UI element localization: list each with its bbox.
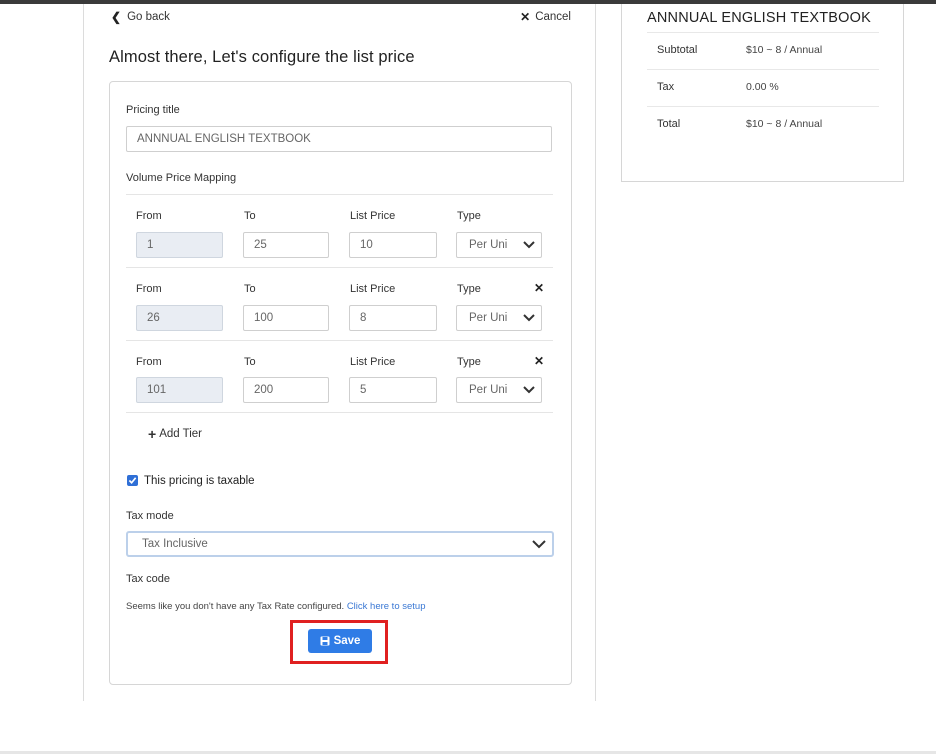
check-icon: [128, 477, 137, 484]
tax-mode-label: Tax mode: [126, 510, 174, 522]
divider: [126, 412, 553, 413]
summary-row-total: Total $10 ~ 8 / Annual: [647, 106, 879, 143]
tier-list-price-label: List Price: [350, 283, 396, 295]
chevron-down-icon: [523, 386, 535, 394]
save-icon: [320, 636, 330, 646]
chevron-down-icon: [523, 314, 535, 322]
tier-to-label: To: [244, 356, 256, 368]
remove-tier-icon[interactable]: ✕: [534, 281, 544, 295]
pricing-title-input[interactable]: ANNNUAL ENGLISH TEXTBOOK: [126, 126, 552, 152]
divider: [126, 194, 553, 195]
tier-type-label: Type: [457, 356, 481, 368]
summary-label: Tax: [657, 81, 675, 93]
chevron-down-icon: [532, 540, 546, 549]
tax-rate-info: Seems like you don't have any Tax Rate c…: [126, 601, 426, 612]
go-back-label: Go back: [127, 11, 170, 23]
summary-title: ANNNUAL ENGLISH TEXTBOOK: [647, 10, 871, 26]
chevron-down-icon: [523, 241, 535, 249]
summary-value: 0.00 %: [746, 81, 779, 93]
tier-from-input: 101: [136, 377, 223, 403]
divider: [126, 340, 553, 341]
tier-to-input[interactable]: 100: [243, 305, 329, 331]
pricing-form-card: Pricing title ANNNUAL ENGLISH TEXTBOOK V…: [109, 81, 572, 685]
tier-type-select[interactable]: Per Uni: [456, 377, 542, 403]
add-tier-label: Add Tier: [159, 428, 203, 440]
summary-value: $10 ~ 8 / Annual: [746, 118, 823, 130]
tier-type-select[interactable]: Per Uni: [456, 305, 542, 331]
close-icon: ✕: [520, 10, 531, 24]
divider: [126, 267, 553, 268]
cancel-button[interactable]: ✕ Cancel: [520, 10, 571, 24]
taxable-label: This pricing is taxable: [144, 475, 255, 487]
tier-type-label: Type: [457, 210, 481, 222]
tier-to-input[interactable]: 200: [243, 377, 329, 403]
tier-type-label: Type: [457, 283, 481, 295]
tier-from-label: From: [136, 283, 162, 295]
add-tier-button[interactable]: + Add Tier: [148, 426, 202, 442]
save-label: Save: [333, 635, 361, 647]
tier-to-label: To: [244, 283, 256, 295]
summary-label: Total: [657, 118, 681, 130]
configure-panel: ❮ Go back ✕ Cancel Almost there, Let's c…: [83, 4, 596, 701]
page-title: Almost there, Let's configure the list p…: [109, 48, 415, 66]
tier-type-value: Per Uni: [469, 384, 508, 396]
cancel-label: Cancel: [535, 11, 571, 23]
summary-row-tax: Tax 0.00 %: [647, 69, 879, 106]
save-button[interactable]: Save: [308, 629, 372, 653]
tier-list-price-label: List Price: [350, 210, 396, 222]
chevron-left-icon: ❮: [111, 10, 122, 24]
tax-setup-link[interactable]: Click here to setup: [347, 601, 426, 612]
tier-price-input[interactable]: 5: [349, 377, 437, 403]
remove-tier-icon[interactable]: ✕: [534, 354, 544, 368]
tier-type-value: Per Uni: [469, 239, 508, 251]
volume-price-mapping-label: Volume Price Mapping: [126, 172, 237, 184]
taxable-checkbox[interactable]: [127, 475, 138, 486]
tax-mode-select[interactable]: Tax Inclusive: [126, 531, 554, 557]
tier-to-label: To: [244, 210, 256, 222]
tier-from-label: From: [136, 210, 162, 222]
pricing-title-label: Pricing title: [126, 104, 180, 116]
summary-label: Subtotal: [657, 44, 698, 56]
tier-list-price-label: List Price: [350, 356, 396, 368]
tax-rate-info-text: Seems like you don't have any Tax Rate c…: [126, 601, 345, 612]
go-back-button[interactable]: ❮ Go back: [111, 10, 170, 24]
tax-mode-value: Tax Inclusive: [142, 538, 208, 550]
summary-value: $10 ~ 8 / Annual: [746, 44, 823, 56]
tier-from-input: 1: [136, 232, 223, 258]
tier-type-select[interactable]: Per Uni: [456, 232, 542, 258]
summary-row-subtotal: Subtotal $10 ~ 8 / Annual: [647, 32, 879, 69]
order-summary: ANNNUAL ENGLISH TEXTBOOK Subtotal $10 ~ …: [621, 4, 904, 182]
save-highlight: Save: [290, 620, 388, 664]
tier-from-label: From: [136, 356, 162, 368]
tier-price-input[interactable]: 10: [349, 232, 437, 258]
tier-from-input: 26: [136, 305, 223, 331]
tax-code-label: Tax code: [126, 573, 171, 585]
tier-price-input[interactable]: 8: [349, 305, 437, 331]
tier-to-input[interactable]: 25: [243, 232, 329, 258]
tier-type-value: Per Uni: [469, 312, 508, 324]
plus-icon: +: [148, 426, 157, 442]
